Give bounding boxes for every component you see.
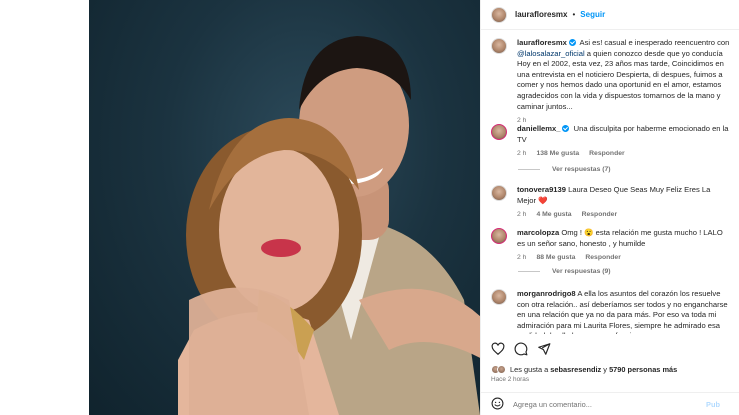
post-timestamp: Hace 2 horas [491,376,530,383]
comment-item: marcolopza Omg ! 😮 esta relación me gust… [491,228,731,261]
heart-icon[interactable] [491,342,505,356]
author-username[interactable]: laurafloresmx [515,10,567,19]
likes-user-link[interactable]: sebasresendiz [550,365,601,374]
add-comment-bar: Pub [481,392,739,415]
comment-item: morganrodrigo8 A ella los asuntos del co… [491,289,731,334]
comment-meta: 2 h 4 Me gusta Responder [517,211,731,218]
header-separator: • [572,10,576,19]
post-modal: laurafloresmx • Seguir laurafloresmx Asi… [0,0,739,415]
view-replies-button[interactable]: Ver respuestas (9) [518,268,611,275]
comment-username[interactable]: daniellemx_ [517,124,560,133]
author-avatar[interactable] [491,6,507,23]
caption-avatar[interactable] [491,38,507,54]
comment-icon[interactable] [514,342,528,356]
comment-avatar[interactable] [491,124,507,140]
comment-username[interactable]: morganrodrigo8 [517,289,576,298]
comment-avatar[interactable] [491,289,507,305]
post-photo[interactable] [89,0,480,415]
reply-button[interactable]: Responder [589,150,625,157]
comments-panel: laurafloresmx • Seguir laurafloresmx Asi… [480,0,739,415]
comment-input[interactable] [513,399,703,409]
comment-username[interactable]: tonovera9139 [517,185,566,194]
comment-item: daniellemx_ Una disculpita por haberme e… [491,124,731,157]
comment-likes[interactable]: 4 Me gusta [536,211,571,218]
view-replies-label: Ver respuestas (7) [552,166,611,173]
caption-mention-link[interactable]: @lalosalazar_oficial [517,49,585,58]
comment-item: tonovera9139 Laura Deseo Que Seas Muy Fe… [491,185,731,218]
caption-text-start: Asi es! casual e inesperado reencuentro … [579,38,730,47]
comment-text: daniellemx_ Una disculpita por haberme e… [517,124,731,145]
post-comment-button[interactable]: Pub [706,400,720,409]
comment-meta: 2 h 138 Me gusta Responder [517,150,731,157]
comment-time: 2 h [517,150,527,158]
couple-photo-illustration [178,36,480,415]
comment-avatar[interactable] [491,228,507,244]
likes-summary: Les gusta a sebasresendiz y 5790 persona… [491,365,677,374]
view-replies-label: Ver respuestas (9) [552,268,611,275]
comment-time: 2 h [517,211,527,219]
follow-button[interactable]: Seguir [580,10,605,19]
comment-text: tonovera9139 Laura Deseo Que Seas Muy Fe… [517,185,731,206]
replies-divider [518,169,540,170]
reply-button[interactable]: Responder [582,211,618,218]
comment-likes[interactable]: 88 Me gusta [536,254,575,261]
post-header: laurafloresmx • Seguir [481,0,739,30]
verified-icon [562,125,570,132]
caption: laurafloresmx Asi es! casual e inesperad… [491,38,731,124]
view-replies-button[interactable]: Ver respuestas (7) [518,166,611,173]
comment-avatar[interactable] [491,185,507,201]
emoji-icon[interactable] [491,397,504,412]
comment-text: marcolopza Omg ! 😮 esta relación me gust… [517,228,731,249]
caption-username[interactable]: laurafloresmx [517,38,567,47]
likes-others-link[interactable]: 5790 personas más [609,365,677,374]
liker-avatar [497,365,506,374]
comment-likes[interactable]: 138 Me gusta [536,150,579,157]
post-actions [491,342,551,356]
caption-text: laurafloresmx Asi es! casual e inesperad… [517,38,731,112]
reply-button[interactable]: Responder [585,254,621,261]
likes-prefix: Les gusta a [510,365,549,374]
share-icon[interactable] [537,342,551,356]
comment-text: morganrodrigo8 A ella los asuntos del co… [517,289,731,334]
comment-time: 2 h [517,254,527,262]
replies-divider [518,271,540,272]
verified-icon [568,39,576,46]
comment-username[interactable]: marcolopza [517,228,559,237]
likes-text: Les gusta a sebasresendiz y 5790 persona… [510,365,677,374]
likes-connector: y [603,365,607,374]
comment-meta: 2 h 88 Me gusta Responder [517,254,731,261]
